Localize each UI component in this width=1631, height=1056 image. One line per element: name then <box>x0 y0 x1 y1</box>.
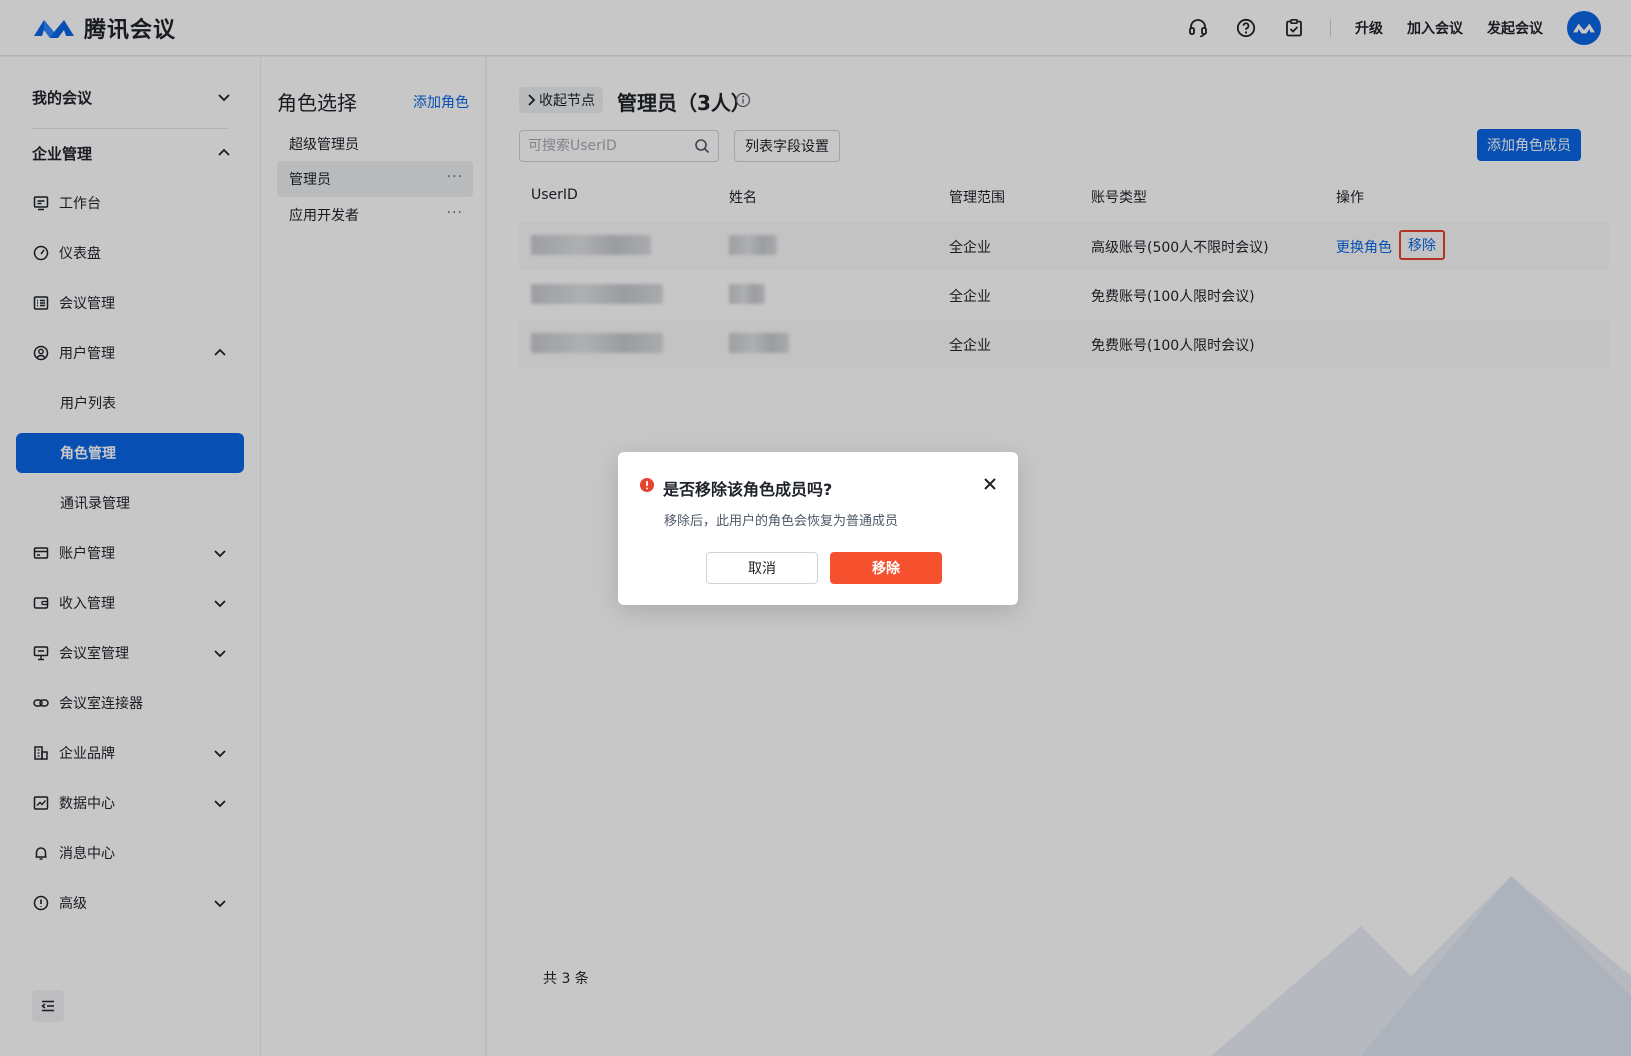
confirm-remove-button[interactable]: 移除 <box>830 552 942 584</box>
warning-icon <box>640 478 654 492</box>
cancel-button[interactable]: 取消 <box>706 552 818 584</box>
dialog-title: 是否移除该角色成员吗? <box>663 480 833 499</box>
confirm-remove-dialog: 是否移除该角色成员吗? 移除后，此用户的角色会恢复为普通成员 取消 移除 <box>618 452 1018 605</box>
dialog-description: 移除后，此用户的角色会恢复为普通成员 <box>664 514 899 529</box>
close-icon[interactable] <box>982 476 998 492</box>
